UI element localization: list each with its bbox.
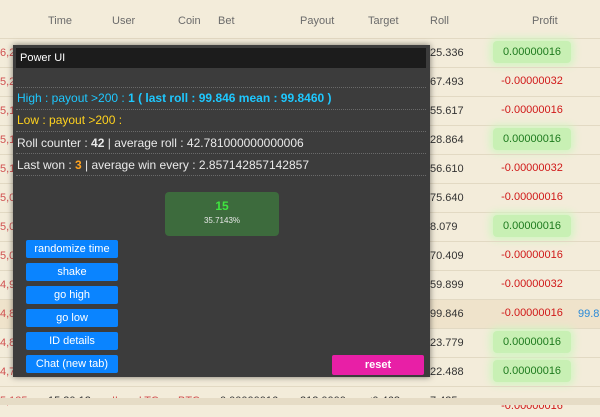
chat-new-tab-button[interactable]: Chat (new tab) [26, 355, 118, 373]
row-profit: 0.00000016 [493, 128, 571, 150]
roll-counter-stat: Roll counter : 42 | average roll : 42.78… [17, 136, 304, 150]
last-won-value: 3 [75, 158, 82, 172]
row-roll: 23.779 [430, 337, 464, 349]
row-profit: 0.00000016 [493, 215, 571, 237]
reset-button[interactable]: reset [332, 355, 424, 375]
header-target: Target [368, 15, 399, 27]
row-roll: 55.617 [430, 105, 464, 117]
high-value: 1 ( last roll : 99.846 mean : 99.8460 ) [128, 91, 332, 105]
row-roll: 59.899 [430, 279, 464, 291]
row-profit: -0.00000032 [501, 75, 563, 87]
win-count: 15 [215, 199, 229, 213]
row-roll: 22.488 [430, 366, 464, 378]
header-profit: Profit [532, 15, 558, 27]
low-stat: Low : payout >200 : [17, 113, 123, 127]
win-percentage: 35.7143% [203, 216, 241, 225]
divider [16, 87, 426, 88]
last-won-stat: Last won : 3 | average win every : 2.857… [17, 158, 309, 172]
high-label: High : payout >200 : [17, 91, 129, 105]
header-bet: Bet [218, 15, 235, 27]
header-time: Time [48, 15, 73, 27]
row-roll: 67.493 [430, 76, 464, 88]
row-extra: 99.8 [578, 308, 600, 320]
go-low-button[interactable]: go low [26, 309, 118, 327]
divider [16, 131, 426, 132]
roll-counter-label: Roll counter : [17, 136, 92, 150]
row-profit: -0.00000016 [501, 249, 563, 261]
row-roll: 75.640 [430, 192, 464, 204]
divider [16, 175, 426, 176]
divider [16, 153, 426, 154]
table-header: Time User Coin Bet Payout Target Roll Pr… [0, 0, 600, 40]
row-roll: 28.864 [430, 134, 464, 146]
row-profit: -0.00000016 [501, 307, 563, 319]
id-details-button[interactable]: ID details [26, 332, 118, 350]
row-roll: 70.409 [430, 250, 464, 262]
row-profit: -0.00000032 [501, 162, 563, 174]
go-high-button[interactable]: go high [26, 286, 118, 304]
row-roll: 8.079 [430, 221, 458, 233]
bottom-bar [0, 398, 600, 405]
row-profit: 0.00000016 [493, 360, 571, 382]
row-profit: -0.00000016 [501, 104, 563, 116]
header-roll: Roll [430, 15, 449, 27]
power-ui-panel: Power UI High : payout >200 : 1 ( last r… [13, 45, 430, 377]
last-won-label: Last won : [17, 158, 76, 172]
average-win: | average win every : 2.857142857142857 [81, 158, 310, 172]
header-coin: Coin [178, 15, 201, 27]
roll-counter-value: 42 [91, 136, 105, 150]
divider [16, 109, 426, 110]
win-counter-box: 15 35.7143% [165, 192, 279, 236]
header-user: User [112, 15, 136, 27]
average-roll: | average roll : 42.781000000000006 [104, 136, 304, 150]
shake-button[interactable]: shake [26, 263, 118, 281]
header-payout: Payout [300, 15, 335, 27]
row-roll: 56.610 [430, 163, 464, 175]
row-profit: -0.00000032 [501, 278, 563, 290]
row-roll: 25.336 [430, 47, 464, 59]
row-profit: -0.00000016 [501, 191, 563, 203]
row-roll: 99.846 [430, 308, 464, 320]
panel-title: Power UI [16, 48, 426, 68]
row-profit: 0.00000016 [493, 331, 571, 353]
row-profit: 0.00000016 [493, 41, 571, 63]
randomize-time-button[interactable]: randomize time [26, 240, 118, 258]
high-stat: High : payout >200 : 1 ( last roll : 99.… [17, 91, 332, 105]
